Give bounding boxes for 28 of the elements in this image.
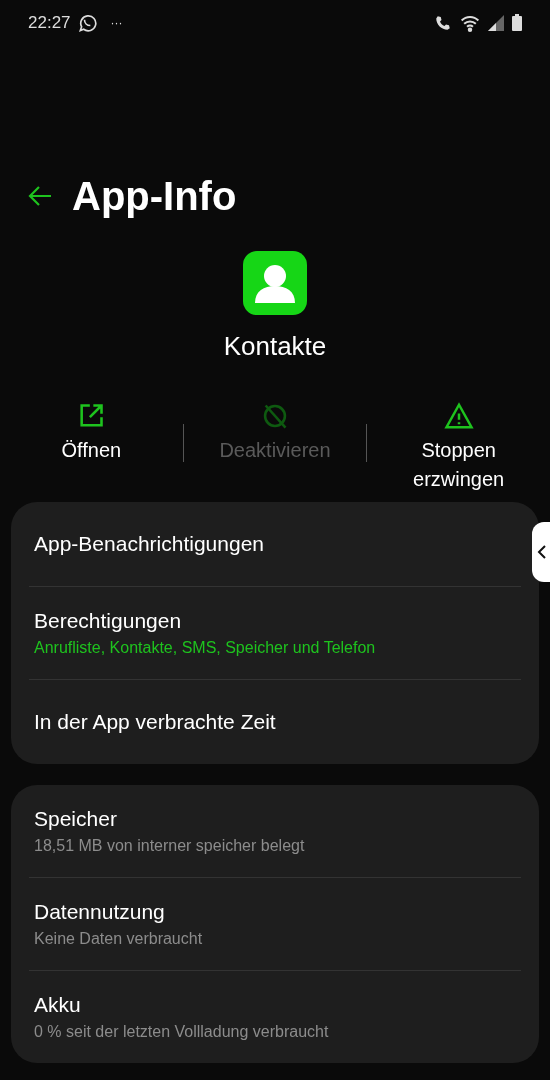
status-time: 22:27 (28, 12, 71, 33)
warning-icon (443, 402, 474, 430)
more-notifications-icon: ··· (110, 15, 123, 30)
action-button[interactable]: Öffnen (0, 402, 183, 502)
setting-title[interactable]: Speicher (34, 807, 516, 831)
setting-title[interactable]: Akku (34, 993, 516, 1017)
side-panel-handle[interactable] (532, 522, 550, 582)
battery-icon (512, 14, 522, 31)
setting-subtitle: Anrufliste, Kontakte, SMS, Speicher und Telefon (34, 639, 377, 657)
wifi-call-icon (434, 13, 452, 32)
chat-bubble-icon (76, 12, 97, 33)
setting-subtitle: Keine Daten verbraucht (34, 930, 204, 948)
open-external-icon (77, 402, 106, 430)
action-button[interactable]: Stoppen erzwingen (367, 402, 550, 502)
chevron-left-icon (536, 545, 546, 559)
wifi-icon (460, 13, 480, 32)
setting-subtitle: 0 % seit der letzten Vollladung verbraucht (34, 1023, 330, 1041)
setting-title[interactable]: Datennutzung (34, 900, 516, 924)
setting-title[interactable]: Berechtigungen (34, 609, 516, 633)
app-name: Kontakte (223, 331, 327, 362)
setting-subtitle: 18,51 MB von interner speicher belegt (34, 837, 306, 855)
back-arrow-icon[interactable] (28, 185, 52, 207)
setting-title[interactable]: In der App verbrachte Zeit (34, 710, 516, 734)
disabled-circle-icon (261, 402, 289, 430)
setting-title[interactable]: App-Benachrichtigungen (34, 532, 516, 556)
signal-icon (488, 14, 504, 31)
contacts-app-icon (243, 251, 307, 315)
page-title: App-Info (72, 173, 237, 219)
